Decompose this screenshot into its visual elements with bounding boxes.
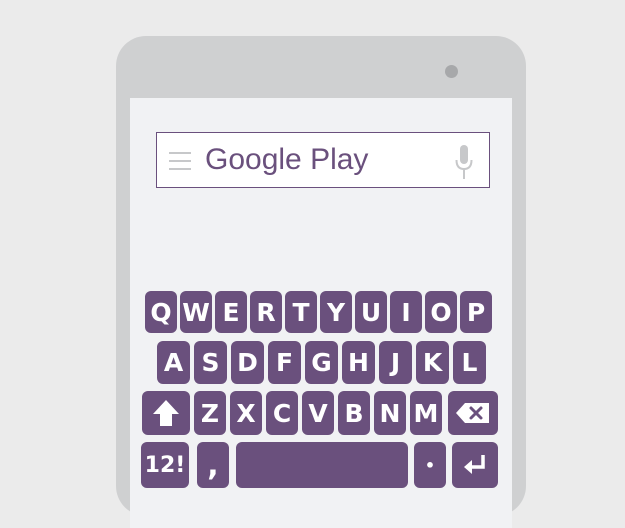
space-key[interactable] [236,442,408,488]
backspace-key[interactable] [448,391,498,435]
search-bar[interactable]: Google Play [156,132,490,188]
comma-key[interactable]: , [197,442,229,488]
period-key[interactable]: • [414,442,446,488]
key-h[interactable]: H [342,341,375,384]
key-w[interactable]: W [180,291,212,333]
key-l[interactable]: L [453,341,486,384]
key-c[interactable]: C [266,391,298,435]
enter-key[interactable] [452,442,498,488]
key-d[interactable]: D [231,341,264,384]
shift-key[interactable] [142,391,190,435]
shift-icon [153,400,179,426]
key-x[interactable]: X [230,391,262,435]
key-u[interactable]: U [355,291,387,333]
key-f[interactable]: F [268,341,301,384]
key-q[interactable]: Q [145,291,177,333]
key-j[interactable]: J [379,341,412,384]
backspace-icon [456,403,489,423]
search-input[interactable]: Google Play [205,143,368,177]
key-r[interactable]: R [250,291,282,333]
key-k[interactable]: K [416,341,449,384]
microphone-icon[interactable] [455,145,473,179]
key-g[interactable]: G [305,341,338,384]
numbers-key[interactable]: 12! [141,442,189,488]
key-n[interactable]: N [374,391,406,435]
key-p[interactable]: P [460,291,492,333]
key-b[interactable]: B [338,391,370,435]
key-i[interactable]: I [390,291,422,333]
camera-icon [445,65,458,78]
key-m[interactable]: M [410,391,442,435]
key-v[interactable]: V [302,391,334,435]
enter-icon [464,455,485,474]
key-o[interactable]: O [425,291,457,333]
key-s[interactable]: S [194,341,227,384]
key-t[interactable]: T [285,291,317,333]
menu-icon[interactable] [169,150,191,172]
key-e[interactable]: E [215,291,247,333]
key-a[interactable]: A [157,341,190,384]
key-z[interactable]: Z [194,391,226,435]
key-y[interactable]: Y [320,291,352,333]
